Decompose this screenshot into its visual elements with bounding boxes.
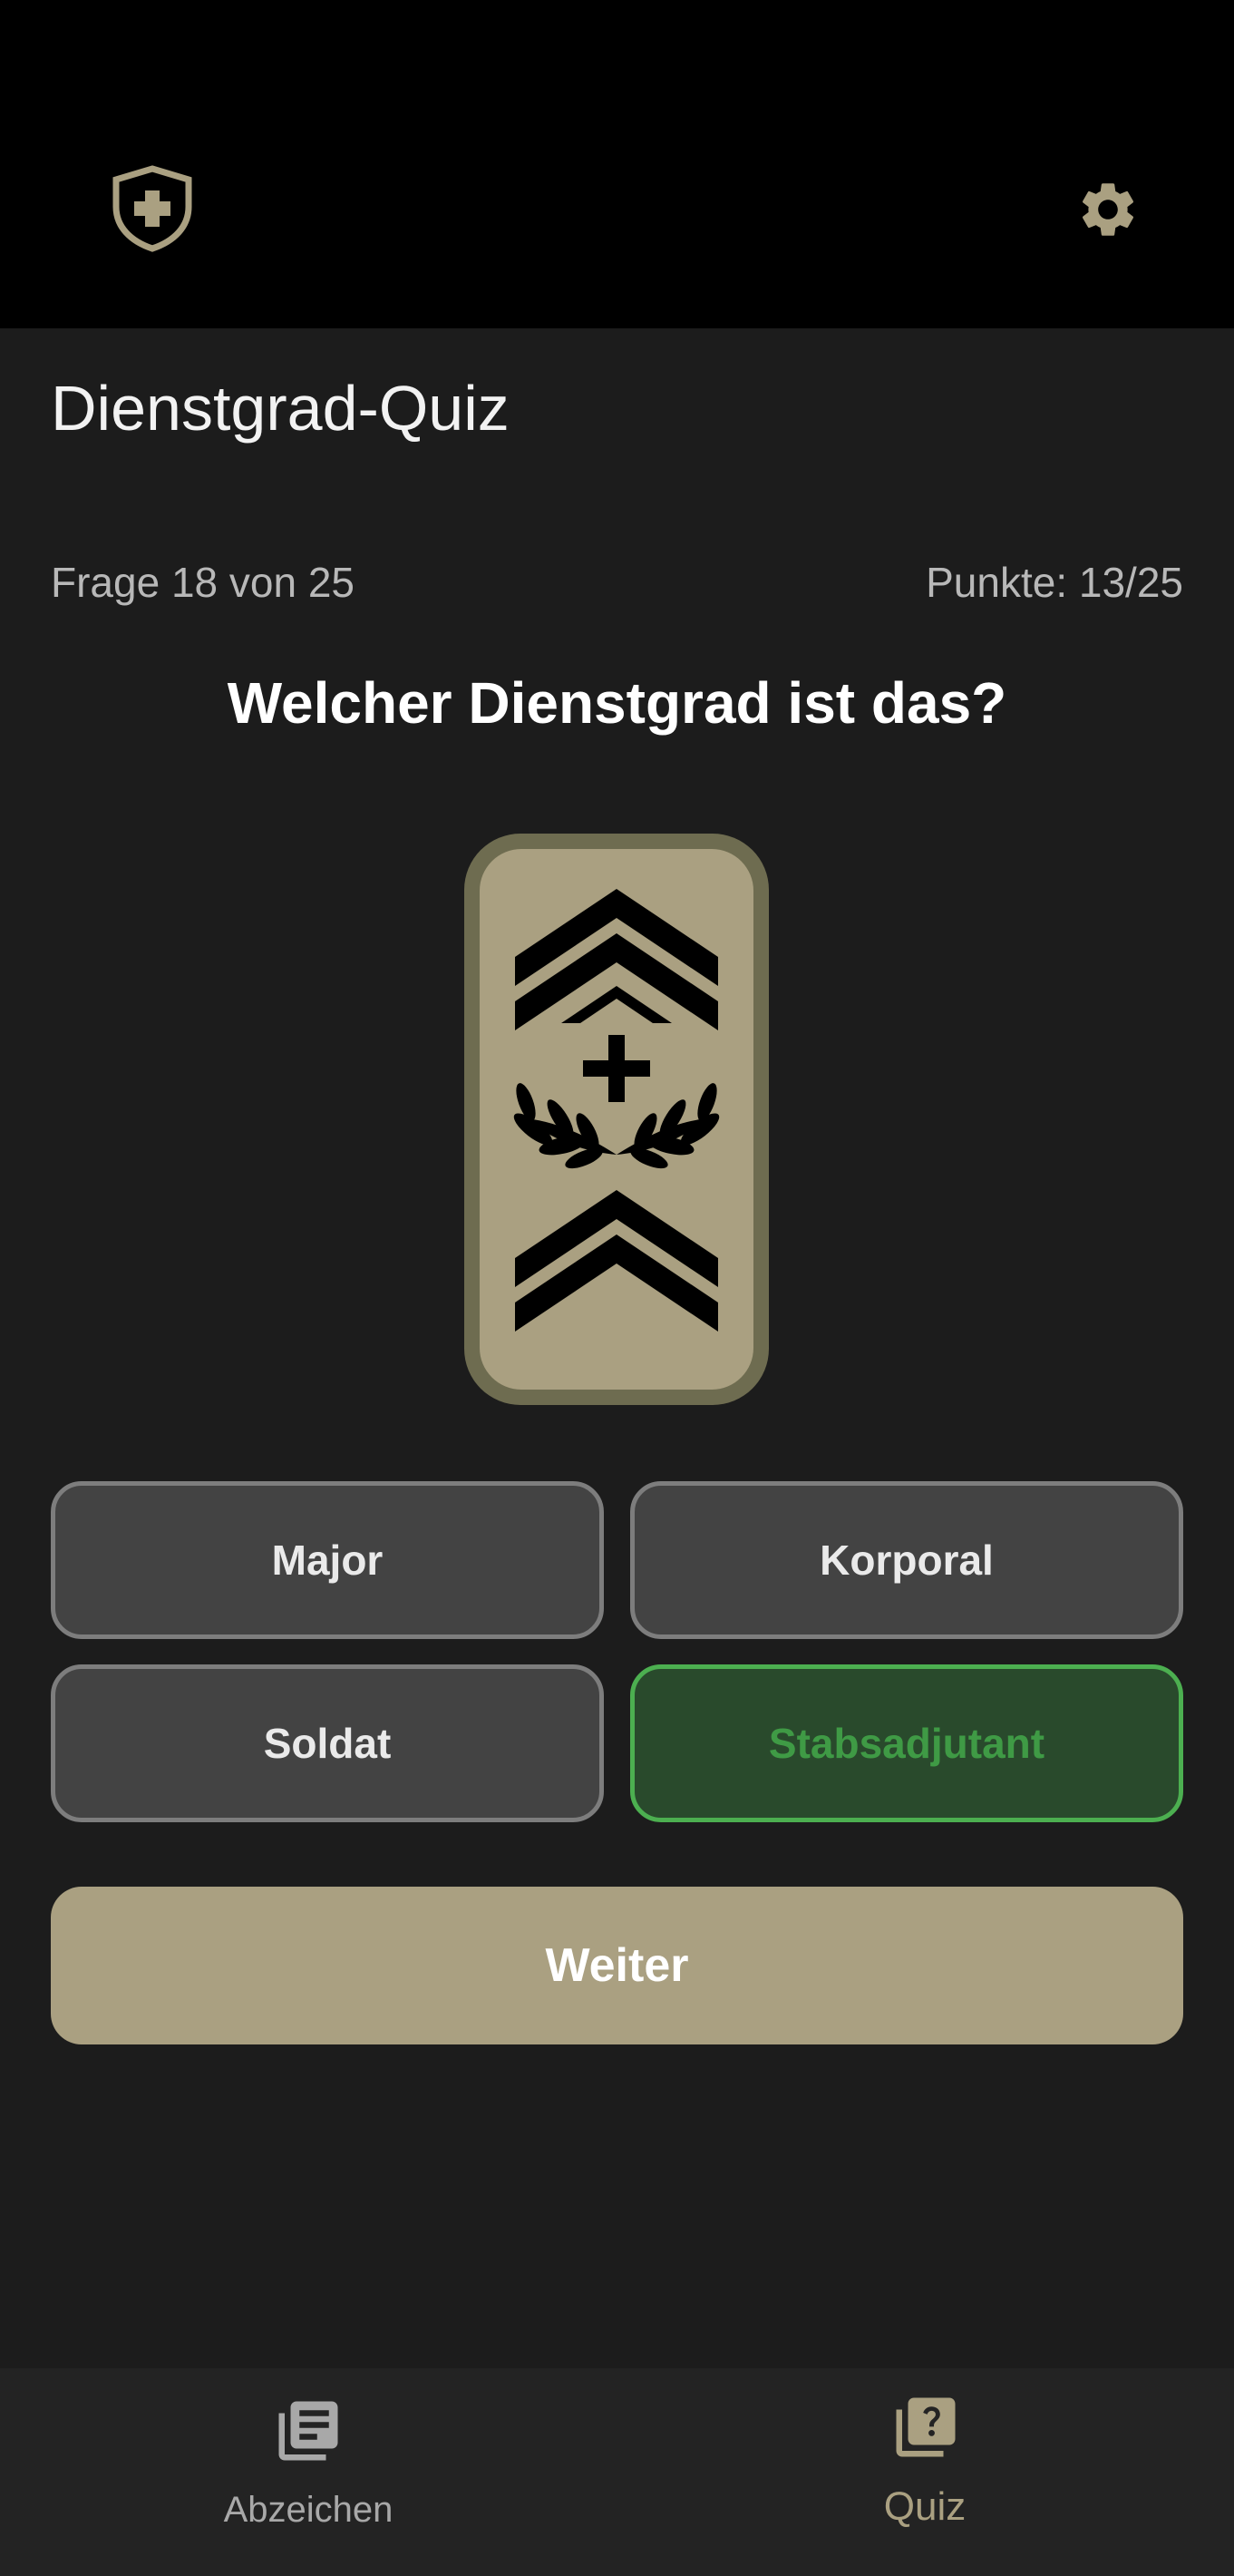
- nav-item-quiz[interactable]: Quiz: [617, 2368, 1233, 2576]
- answer-option-stabsadjutant[interactable]: Stabsadjutant: [630, 1664, 1183, 1822]
- answer-option-major[interactable]: Major: [51, 1481, 604, 1639]
- question-counter: Frage 18 von 25: [51, 559, 355, 606]
- answer-option-soldat[interactable]: Soldat: [51, 1664, 604, 1822]
- list-stack-icon: [278, 2401, 338, 2461]
- answer-label: Stabsadjutant: [768, 1720, 1045, 1767]
- answer-label: Soldat: [263, 1720, 392, 1767]
- gear-icon[interactable]: [1075, 177, 1141, 242]
- score-label: Punkte: 13/25: [926, 559, 1183, 606]
- answer-option-korporal[interactable]: Korporal: [630, 1481, 1183, 1639]
- answer-label: Major: [271, 1537, 384, 1584]
- page-title: Dienstgrad-Quiz: [51, 373, 510, 444]
- nav-label-abzeichen: Abzeichen: [223, 2490, 394, 2530]
- nav-label-quiz: Quiz: [883, 2484, 967, 2529]
- answer-label: Korporal: [820, 1537, 994, 1584]
- question-text: Welcher Dienstgrad ist das?: [227, 670, 1007, 736]
- rank-insignia-icon: [464, 834, 769, 1405]
- top-bar: [0, 0, 1234, 328]
- quiz-question-icon: [896, 2397, 956, 2457]
- next-button[interactable]: Weiter: [51, 1887, 1183, 2044]
- app-root: Dienstgrad-Quiz Frage 18 von 25 Punkte: …: [0, 0, 1234, 2576]
- bottom-navigation: Abzeichen Quiz: [0, 2368, 1234, 2576]
- next-button-label: Weiter: [545, 1939, 689, 1992]
- swiss-shield-icon: [112, 165, 192, 252]
- nav-item-abzeichen[interactable]: Abzeichen: [0, 2368, 617, 2576]
- quiz-progress-row: Frage 18 von 25 Punkte: 13/25: [51, 555, 1183, 610]
